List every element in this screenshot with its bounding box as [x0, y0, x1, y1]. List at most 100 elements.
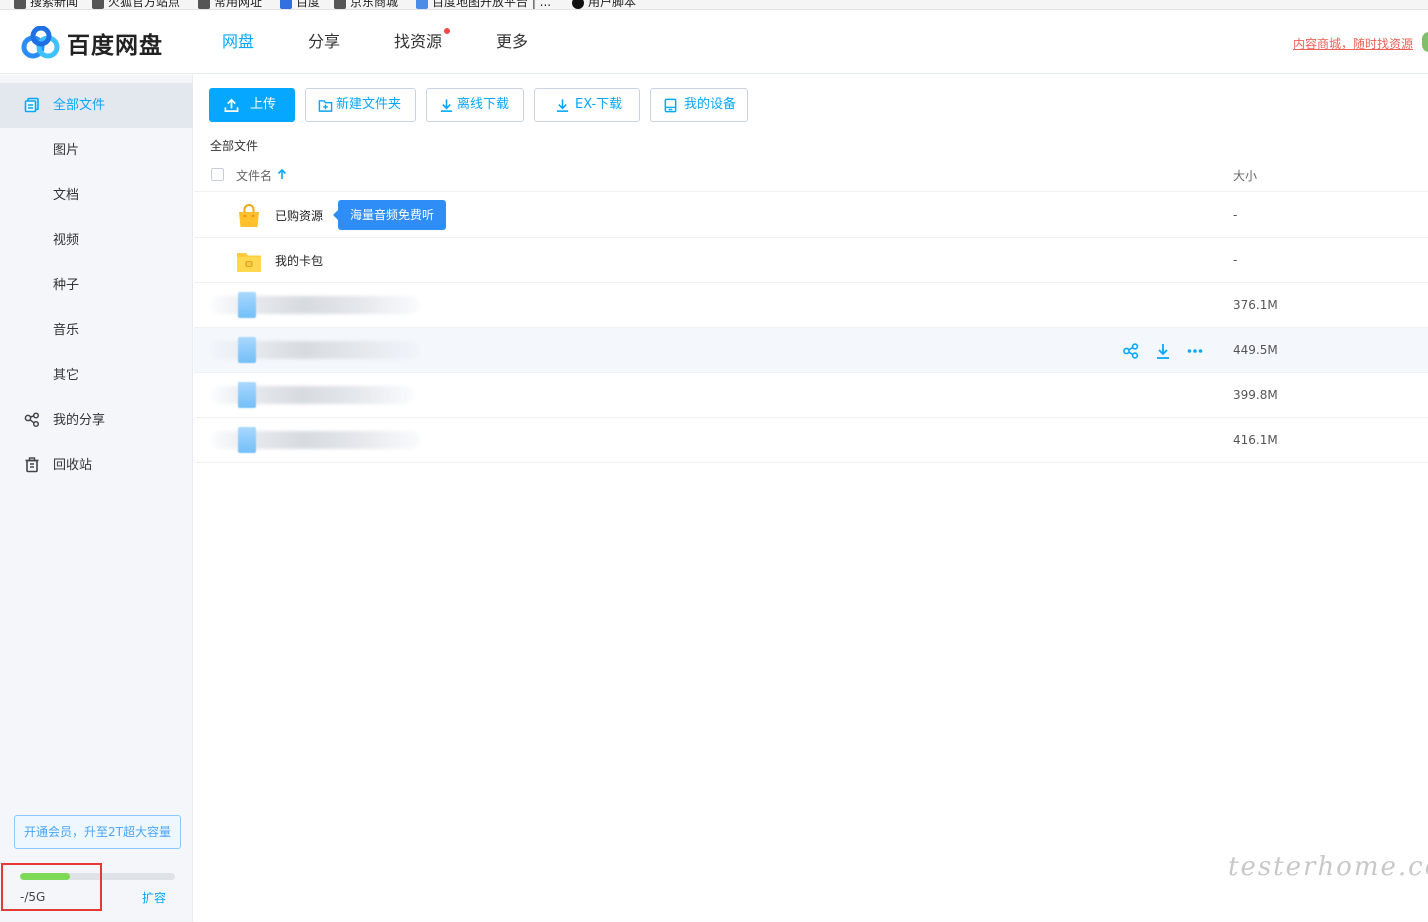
file-size: - [1233, 253, 1238, 267]
new-folder-label: 新建文件夹 [336, 97, 402, 112]
paw-icon [280, 0, 292, 9]
sidebar-item-recycle-bin[interactable]: 回收站 [0, 443, 193, 488]
nav-label: 网盘 [222, 32, 255, 51]
file-size: 376.1M [1233, 298, 1278, 312]
nav-find-resources[interactable]: 找资源 [394, 10, 451, 74]
logo[interactable]: 百度网盘 [19, 26, 163, 60]
nav-more[interactable]: 更多 [496, 10, 528, 74]
notification-dot [444, 28, 451, 34]
select-all-checkbox[interactable] [211, 168, 224, 181]
bookmark-label: 百度 [296, 0, 321, 9]
download-icon [440, 99, 453, 112]
file-icon [238, 382, 256, 408]
file-icon [238, 427, 256, 453]
bookmark[interactable]: 搜索新闻 [14, 0, 79, 9]
table-row[interactable]: 399.8M [194, 373, 1428, 418]
share-icon[interactable] [1122, 342, 1140, 360]
bookmarks-bar: 搜索新闻 火狐官方站点 常用网址 百度 京东商城 百度地图开放平台 | ... … [0, 0, 1428, 10]
breadcrumb[interactable]: 全部文件 [210, 137, 258, 154]
app-header: 百度网盘 网盘 分享 找资源 更多 内容商城，随时找资源 [0, 10, 1428, 74]
sidebar-item-other[interactable]: 其它 [0, 353, 193, 398]
baidu-netdisk-logo-icon [21, 26, 60, 59]
bookmark[interactable]: 用户脚本 [572, 0, 636, 9]
sidebar-item-images[interactable]: 图片 [0, 128, 193, 173]
bookmark[interactable]: 火狐官方站点 [92, 0, 180, 9]
main-nav: 网盘 分享 找资源 更多 [222, 10, 528, 74]
offline-download-label: 离线下载 [457, 97, 510, 112]
file-name[interactable]: 已购资源 [275, 207, 323, 224]
table-row[interactable]: 376.1M [194, 283, 1428, 328]
script-icon [572, 0, 584, 9]
trash-icon [25, 457, 39, 473]
all-files-icon [24, 97, 39, 113]
upgrade-vip-button[interactable]: 开通会员，升至2T超大容量 [14, 815, 181, 849]
logo-text: 百度网盘 [67, 33, 163, 59]
file-list-panel: 上传 新建文件夹 离线下载 EX-下载 我的设备 全部文件 文件名 大小 已购资… [194, 75, 1428, 922]
promo-tooltip[interactable]: 海量音频免费听 [332, 200, 447, 230]
highlight-annotation-box [1, 863, 102, 911]
sidebar-item-label: 回收站 [53, 458, 93, 473]
file-size: - [1233, 208, 1238, 222]
upload-icon [224, 98, 239, 112]
bookmark[interactable]: 常用网址 [198, 0, 263, 9]
sidebar-item-music[interactable]: 音乐 [0, 308, 193, 353]
page-icon [198, 0, 210, 9]
my-devices-button[interactable]: 我的设备 [650, 88, 748, 122]
table-row[interactable]: 449.5M [194, 328, 1428, 373]
ex-download-label: EX-下载 [575, 97, 623, 112]
avatar[interactable] [1422, 32, 1428, 52]
column-header-name[interactable]: 文件名 [236, 167, 272, 184]
sort-ascending-icon[interactable] [277, 168, 287, 180]
column-header-size[interactable]: 大小 [1233, 167, 1257, 184]
new-folder-icon [318, 100, 333, 112]
sidebar-item-all-files[interactable]: 全部文件 [0, 83, 193, 128]
device-icon [664, 98, 677, 113]
nav-label: 分享 [308, 32, 341, 51]
nav-netdisk[interactable]: 网盘 [222, 10, 254, 74]
nav-share[interactable]: 分享 [308, 10, 340, 74]
upload-label: 上传 [250, 97, 277, 112]
download-icon [556, 99, 569, 112]
sidebar-item-label: 音乐 [53, 323, 80, 338]
table-row[interactable]: 我的卡包 - [194, 238, 1428, 283]
bookmark-label: 京东商城 [350, 0, 399, 9]
table-row[interactable]: 416.1M [194, 418, 1428, 463]
bookmark-label: 搜索新闻 [30, 0, 79, 9]
sidebar: 全部文件 图片 文档 视频 种子 音乐 其它 我的分享 回收站 开通会员，升至2… [0, 75, 193, 922]
table-row[interactable]: 已购资源 海量音频免费听 - [194, 193, 1428, 238]
sidebar-item-label: 图片 [53, 143, 80, 158]
new-folder-button[interactable]: 新建文件夹 [305, 88, 416, 122]
file-size: 449.5M [1233, 343, 1278, 357]
offline-download-button[interactable]: 离线下载 [426, 88, 524, 122]
share-icon [24, 412, 40, 428]
download-icon[interactable] [1154, 342, 1172, 360]
bookmark[interactable]: 百度地图开放平台 | ... [416, 0, 552, 9]
nav-label: 找资源 [394, 32, 443, 51]
watermark: testerhome.com [1228, 852, 1428, 882]
file-size: 416.1M [1233, 433, 1278, 447]
sidebar-item-documents[interactable]: 文档 [0, 173, 193, 218]
wallet-folder-icon [237, 253, 261, 272]
bookmark-label: 百度地图开放平台 | ... [432, 0, 552, 9]
more-icon[interactable] [1186, 342, 1204, 360]
sidebar-item-label: 其它 [53, 368, 80, 383]
file-size: 399.8M [1233, 388, 1278, 402]
sidebar-item-torrents[interactable]: 种子 [0, 263, 193, 308]
table-header: 文件名 大小 [194, 161, 1428, 192]
sidebar-item-videos[interactable]: 视频 [0, 218, 193, 263]
content-store-link[interactable]: 内容商城，随时找资源 [1293, 35, 1413, 52]
upload-button[interactable]: 上传 [209, 88, 295, 122]
bookmark[interactable]: 京东商城 [334, 0, 399, 9]
ex-download-button[interactable]: EX-下载 [534, 88, 640, 122]
bookmark[interactable]: 百度 [280, 0, 321, 9]
sidebar-item-my-shares[interactable]: 我的分享 [0, 398, 193, 443]
sidebar-item-label: 种子 [53, 278, 80, 293]
sidebar-item-label: 文档 [53, 188, 80, 203]
nav-label: 更多 [496, 32, 529, 51]
bookmark-label: 常用网址 [214, 0, 263, 9]
expand-storage-link[interactable]: 扩容 [142, 889, 166, 906]
globe-icon [334, 0, 346, 9]
page-icon [92, 0, 104, 9]
file-icon [238, 337, 256, 363]
file-name[interactable]: 我的卡包 [275, 252, 323, 269]
